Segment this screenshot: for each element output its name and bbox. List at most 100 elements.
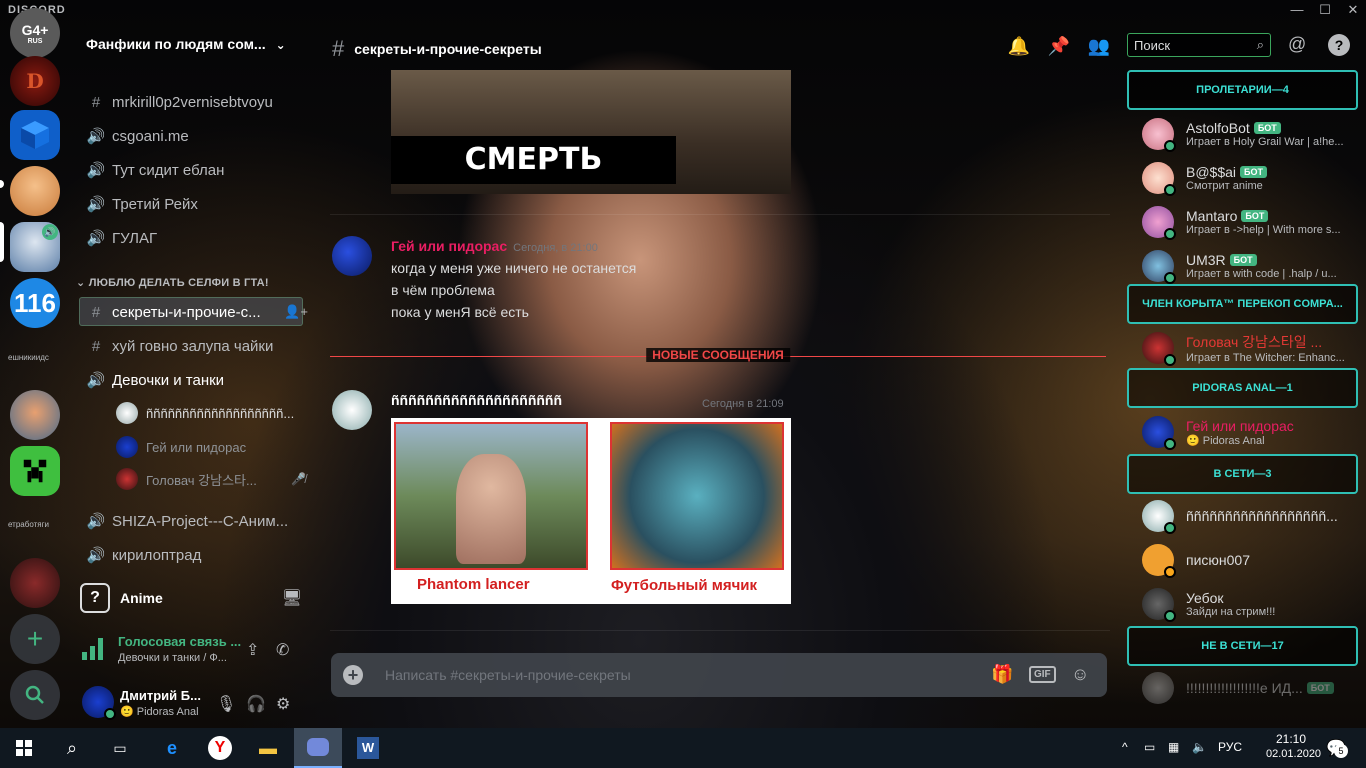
add-server-button[interactable]: + bbox=[10, 614, 60, 664]
voice-user[interactable]: Головач 강남스타... 🎤̸ bbox=[116, 466, 306, 492]
user-status: 🙂 Pidoras Anal bbox=[120, 706, 199, 718]
emoji-icon[interactable]: ☺ bbox=[1071, 664, 1089, 685]
voice-channel-item[interactable]: 🔊 ГУЛАГ bbox=[86, 225, 157, 251]
channel-item[interactable]: # хуй говно залупа чайки bbox=[86, 333, 274, 359]
server-icon-current[interactable]: 🔊 bbox=[10, 222, 60, 272]
message-avatar[interactable] bbox=[332, 236, 372, 276]
discord-taskbar-icon[interactable] bbox=[294, 728, 342, 768]
member-item[interactable]: Гей или пидорас 🙂 Pidoras Anal bbox=[1142, 412, 1358, 452]
disconnect-button[interactable]: ✆ bbox=[276, 640, 289, 660]
notification-icon[interactable]: 💬5 bbox=[1326, 738, 1348, 758]
activity-name: Anime bbox=[120, 590, 163, 606]
pin-icon[interactable]: 📌 bbox=[1047, 34, 1071, 58]
message-author[interactable]: Гей или пидорас bbox=[391, 238, 507, 254]
message-image[interactable]: Phantom lancer Футбольный мячик bbox=[391, 418, 791, 604]
message-divider bbox=[330, 214, 1110, 215]
folder-icon[interactable]: ▬ bbox=[244, 728, 292, 768]
gif-button[interactable]: GIF bbox=[1029, 666, 1056, 683]
activity-row[interactable]: ? Anime 🖥 bbox=[80, 582, 302, 614]
message-divider bbox=[330, 630, 1110, 631]
member-item[interactable]: Уебок Зайди на стрим!!! bbox=[1142, 584, 1358, 624]
user-avatar[interactable] bbox=[82, 686, 116, 720]
voice-user-name: Гей или пидорас bbox=[146, 439, 247, 455]
message-composer[interactable]: + Написать #секреты-и-прочие-секреты 🎁 G… bbox=[331, 653, 1107, 697]
search-icon: ⌕ bbox=[1256, 37, 1264, 52]
server-icon-diablo[interactable]: D bbox=[10, 56, 60, 106]
member-item[interactable]: Mantaro БОТ Играет в ->help | With more s.… bbox=[1142, 202, 1358, 242]
minimize-button[interactable]: — bbox=[1286, 2, 1308, 18]
speaker-icon: 🔊 bbox=[86, 162, 106, 179]
member-item[interactable]: B@$$ai БОТ Смотрит anime bbox=[1142, 158, 1358, 198]
voice-channel-item[interactable]: 🔊 Тут сидит еблан bbox=[86, 157, 225, 183]
channel-title: # секреты-и-прочие-секреты bbox=[332, 36, 542, 62]
channel-item-active[interactable]: # секреты-и-прочие-с... 👤+ bbox=[86, 299, 308, 325]
search-input[interactable]: Поиск ⌕ bbox=[1127, 33, 1271, 57]
close-button[interactable]: ✕ bbox=[1342, 2, 1364, 18]
invite-icon[interactable]: 👤+ bbox=[284, 304, 308, 320]
clock[interactable]: 21:10 02.01.2020 bbox=[1266, 732, 1321, 760]
headphones-icon[interactable]: 🎧 bbox=[246, 694, 266, 714]
member-item[interactable]: UM3R БОТ Играет в with code | .halp / u... bbox=[1142, 246, 1358, 286]
server-icon-red[interactable] bbox=[10, 558, 60, 608]
server-icon-anime[interactable] bbox=[10, 166, 60, 216]
voice-channel-item[interactable]: 🔊 кирилоптрад bbox=[86, 542, 202, 568]
yandex-browser-icon[interactable]: Y bbox=[196, 728, 244, 768]
member-activity: Зайди на стрим!!! bbox=[1186, 606, 1276, 618]
member-item[interactable]: !!!!!!!!!!!!!!!!!!!е ИД... БОТ bbox=[1142, 668, 1358, 708]
voice-channel-item[interactable]: 🔊 csgoani.me bbox=[86, 123, 189, 149]
upload-button[interactable]: + bbox=[343, 665, 363, 685]
language-indicator[interactable]: РУС bbox=[1218, 740, 1242, 754]
windows-start-icon[interactable] bbox=[0, 728, 48, 768]
mentions-icon[interactable]: @ bbox=[1288, 34, 1306, 55]
microphone-icon[interactable]: 🎙 bbox=[216, 694, 236, 714]
explore-servers-button[interactable] bbox=[10, 670, 60, 720]
voice-user[interactable]: Гей или пидорас bbox=[116, 434, 246, 460]
server-icon-116[interactable]: 116 bbox=[10, 278, 60, 328]
member-name: Уебок bbox=[1186, 590, 1224, 606]
channel-item[interactable]: # mrkirill0p2vernisebtvoyu bbox=[86, 89, 273, 115]
member-item[interactable]: AstolfoBot БОТ Играет в Holy Grail War | a… bbox=[1142, 114, 1358, 154]
message-image[interactable]: СМЕРТЬ МАТЕРИ bbox=[391, 70, 791, 194]
bell-icon[interactable]: 🔔 bbox=[1007, 34, 1031, 58]
chevron-down-icon: ⌄ bbox=[275, 38, 286, 52]
search-icon[interactable]: ⌕ bbox=[48, 728, 96, 768]
voice-user[interactable]: ñññññññññññññññññññ... bbox=[116, 400, 294, 426]
avatar bbox=[1142, 206, 1176, 240]
member-name: Mantaro bbox=[1186, 208, 1238, 224]
mute-icon: 🎤̸ bbox=[291, 472, 306, 486]
gift-icon[interactable]: 🎁 bbox=[991, 664, 1013, 685]
voice-status[interactable]: Голосовая связь ... bbox=[118, 634, 241, 649]
voice-channel-item[interactable]: 🔊 Третий Рейх bbox=[86, 191, 198, 217]
maximize-button[interactable]: ☐ bbox=[1314, 2, 1336, 18]
network-icon[interactable]: ▦ bbox=[1168, 740, 1179, 754]
gear-icon[interactable]: ⚙ bbox=[276, 694, 290, 714]
screen-share-button[interactable]: ⇪ bbox=[246, 640, 259, 660]
battery-icon[interactable]: ▭ bbox=[1144, 740, 1155, 754]
message-avatar[interactable] bbox=[332, 390, 372, 430]
server-icon-creeper[interactable] bbox=[10, 446, 60, 496]
edge-icon[interactable]: e bbox=[148, 728, 196, 768]
member-item[interactable]: писюн007 bbox=[1142, 540, 1358, 580]
voice-channel-item[interactable]: 🔊 Девочки и танки bbox=[86, 367, 224, 393]
person-figure bbox=[456, 454, 526, 564]
image-panel-left bbox=[394, 422, 588, 570]
role-header: НЕ В СЕТИ—17 bbox=[1127, 626, 1358, 666]
task-view-icon[interactable]: ▭ bbox=[96, 728, 144, 768]
message-author[interactable]: ññññññññññññññññññññ bbox=[391, 392, 562, 408]
member-item[interactable]: ññññññññññññññññññ... bbox=[1142, 496, 1358, 536]
channel-category[interactable]: ⌄ ЛЮБЛЮ ДЕЛАТЬ СЕЛФИ В ГТА! bbox=[76, 276, 269, 289]
server-name-header[interactable]: Фанфики по людям сом... ⌄ bbox=[86, 36, 286, 52]
help-icon[interactable]: ? bbox=[1328, 34, 1350, 56]
server-icon-avatar[interactable] bbox=[10, 390, 60, 440]
voice-channel-item[interactable]: 🔊 SHIZA-Project---C-Аним... bbox=[86, 508, 289, 534]
volume-icon[interactable]: 🔈 bbox=[1192, 740, 1207, 754]
word-icon[interactable]: W bbox=[344, 728, 392, 768]
members-icon[interactable]: 👥 bbox=[1087, 34, 1111, 58]
member-item[interactable]: Головач 강남스타일 ... Играет в The Witcher: E… bbox=[1142, 328, 1358, 368]
screen-share-icon[interactable]: 🖥 bbox=[282, 588, 302, 608]
server-icon-cube[interactable] bbox=[10, 110, 60, 160]
chevron-up-icon[interactable]: ^ bbox=[1122, 740, 1128, 754]
cube-icon bbox=[21, 121, 49, 149]
question-icon: ? bbox=[80, 583, 110, 613]
server-icon-g4[interactable]: G4+ RUS bbox=[10, 8, 60, 58]
